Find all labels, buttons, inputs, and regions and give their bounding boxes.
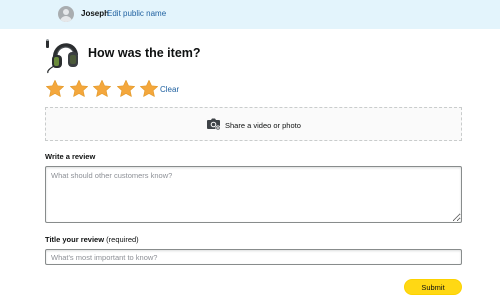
star-rating[interactable] — [45, 79, 163, 101]
headset-icon — [46, 39, 78, 74]
share-media-button[interactable]: Share a video or photo — [45, 107, 462, 141]
title-label: Title your review (required) — [45, 235, 139, 244]
star-4-icon[interactable] — [116, 79, 136, 99]
share-media-label: Share a video or photo — [225, 121, 301, 130]
star-5-icon[interactable] — [139, 79, 159, 99]
review-title-input[interactable] — [45, 249, 462, 265]
username: Joseph — [81, 9, 110, 18]
page-title: How was the item? — [88, 46, 201, 60]
clear-rating-link[interactable]: Clear — [160, 85, 179, 94]
star-1-icon[interactable] — [45, 79, 65, 99]
camera-icon — [207, 118, 220, 130]
review-label: Write a review — [45, 152, 96, 161]
required-note: (required) — [106, 235, 139, 244]
profile-header: Joseph Edit public name — [0, 0, 500, 29]
review-textarea[interactable] — [45, 166, 462, 223]
star-2-icon[interactable] — [69, 79, 89, 99]
edit-public-name-link[interactable]: Edit public name — [107, 9, 166, 18]
submit-button[interactable]: Submit — [404, 279, 462, 295]
user-avatar-icon — [58, 6, 74, 22]
star-3-icon[interactable] — [92, 79, 112, 99]
